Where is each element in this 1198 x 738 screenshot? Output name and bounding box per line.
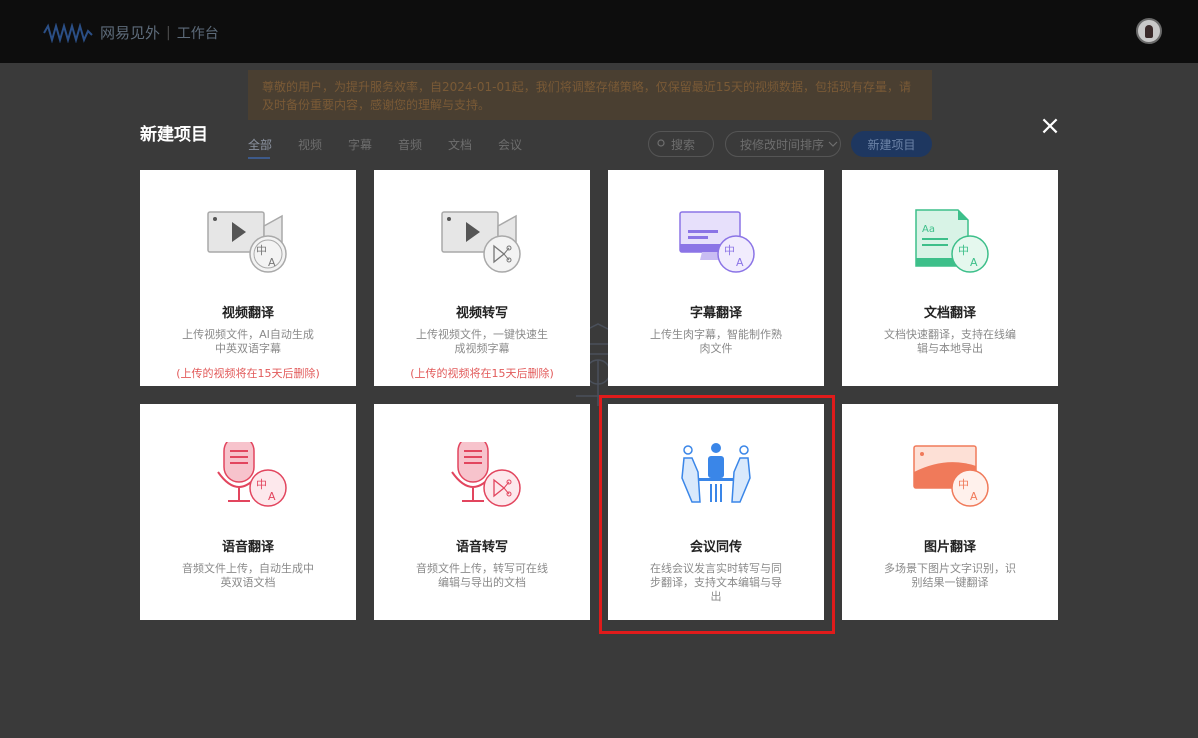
close-icon[interactable]: × <box>1036 112 1064 140</box>
search-icon <box>657 139 665 147</box>
card-subtitle-translate[interactable]: 中 A 字幕翻译 上传生肉字幕，智能制作熟肉文件 <box>608 170 824 386</box>
brand-name: 网易见外 <box>100 24 161 42</box>
svg-text:中: 中 <box>958 478 969 491</box>
video-transcribe-icon <box>441 211 521 273</box>
workspace-label: 工作台 <box>176 25 219 42</box>
card-description: 文档快速翻译，支持在线编辑与本地导出 <box>884 328 1016 355</box>
user-avatar[interactable] <box>1136 18 1162 44</box>
card-description: 上传视频文件，AI自动生成中英双语字幕 <box>182 328 314 355</box>
svg-text:A: A <box>970 490 978 503</box>
card-title: 图片翻译 <box>923 540 976 555</box>
card-title: 字幕翻译 <box>689 306 742 321</box>
svg-text:A: A <box>268 256 276 269</box>
tab-video[interactable]: 视频 <box>298 136 348 159</box>
card-description: 上传生肉字幕，智能制作熟肉文件 <box>650 328 782 355</box>
card-title: 视频转写 <box>455 306 508 321</box>
card-title: 文档翻译 <box>923 306 976 321</box>
tab-audio[interactable]: 音频 <box>398 136 448 159</box>
audio-translate-icon: 中 A <box>217 442 287 507</box>
brand-wave-icon <box>43 22 93 43</box>
filter-tabs: 全部 视频 字幕 音频 文档 会议 <box>248 136 548 159</box>
chevron-down-icon <box>828 141 838 147</box>
card-video-translate[interactable]: 中 A 视频翻译 上传视频文件，AI自动生成中英双语字幕 (上传的视频将在15天… <box>140 170 356 386</box>
search-label: 搜索 <box>671 137 696 152</box>
tab-subtitle[interactable]: 字幕 <box>348 136 398 159</box>
sort-select[interactable]: 按修改时间排序 <box>725 131 841 157</box>
brand-separator: | <box>166 24 171 41</box>
tab-meeting[interactable]: 会议 <box>498 136 548 159</box>
card-audio-transcribe[interactable]: 语音转写 音频文件上传，转写可在线编辑与导出的文档 <box>374 404 590 620</box>
card-title: 语音转写 <box>455 540 508 555</box>
tab-all[interactable]: 全部 <box>248 136 298 159</box>
svg-text:A: A <box>736 256 744 269</box>
tab-document[interactable]: 文档 <box>448 136 498 159</box>
video-translate-icon: 中 A <box>207 211 287 273</box>
card-description: 上传视频文件，一键快速生成视频字幕 <box>416 328 548 355</box>
card-document-translate[interactable]: Aa 中 A 文档翻译 文档快速翻译，支持在线编辑与本地导出 <box>842 170 1058 386</box>
card-image-translate[interactable]: 中 A 图片翻译 多场景下图片文字识别，识别结果一键翻译 <box>842 404 1058 620</box>
card-title: 语音翻译 <box>221 540 274 555</box>
card-meeting-interpret[interactable]: 会议同传 在线会议发言实时转写与同步翻译，支持文本编辑与导出 <box>608 404 824 620</box>
card-description: 音频文件上传，自动生成中英双语文档 <box>182 562 314 589</box>
svg-text:中: 中 <box>724 244 735 257</box>
svg-text:中: 中 <box>256 478 267 491</box>
svg-text:A: A <box>268 490 276 503</box>
card-title: 会议同传 <box>689 540 742 555</box>
card-video-transcribe[interactable]: 视频转写 上传视频文件，一键快速生成视频字幕 (上传的视频将在15天后删除) <box>374 170 590 386</box>
new-project-button[interactable]: 新建项目 <box>851 131 932 157</box>
subtitle-translate-icon: 中 A <box>679 211 755 273</box>
svg-text:中: 中 <box>256 244 267 257</box>
meeting-interpret-icon <box>681 443 751 503</box>
card-audio-translate[interactable]: 中 A 语音翻译 音频文件上传，自动生成中英双语文档 <box>140 404 356 620</box>
audio-transcribe-icon <box>451 442 521 507</box>
card-title: 视频翻译 <box>221 306 274 321</box>
card-warning: (上传的视频将在15天后删除) <box>410 367 554 380</box>
storage-notice: 尊敬的用户，为提升服务效率，自2024-01-01起，我们将调整存储策略，仅保留… <box>248 70 932 120</box>
search-input[interactable]: 搜索 <box>648 131 714 157</box>
card-description: 音频文件上传，转写可在线编辑与导出的文档 <box>416 562 548 589</box>
svg-text:Aa: Aa <box>922 224 935 235</box>
brand-logo[interactable]: 网易见外 | 工作台 <box>42 22 219 43</box>
card-description: 在线会议发言实时转写与同步翻译，支持文本编辑与导出 <box>650 562 782 603</box>
sort-label: 按修改时间排序 <box>740 137 825 152</box>
card-warning: (上传的视频将在15天后删除) <box>176 367 320 380</box>
svg-text:中: 中 <box>958 244 969 257</box>
top-bar: 网易见外 | 工作台 <box>0 0 1198 63</box>
document-translate-icon: Aa 中 A <box>915 209 989 273</box>
modal-title: 新建项目 <box>140 125 208 145</box>
image-translate-icon: 中 A <box>913 445 989 507</box>
card-description: 多场景下图片文字识别，识别结果一键翻译 <box>884 562 1016 589</box>
svg-text:A: A <box>970 256 978 269</box>
